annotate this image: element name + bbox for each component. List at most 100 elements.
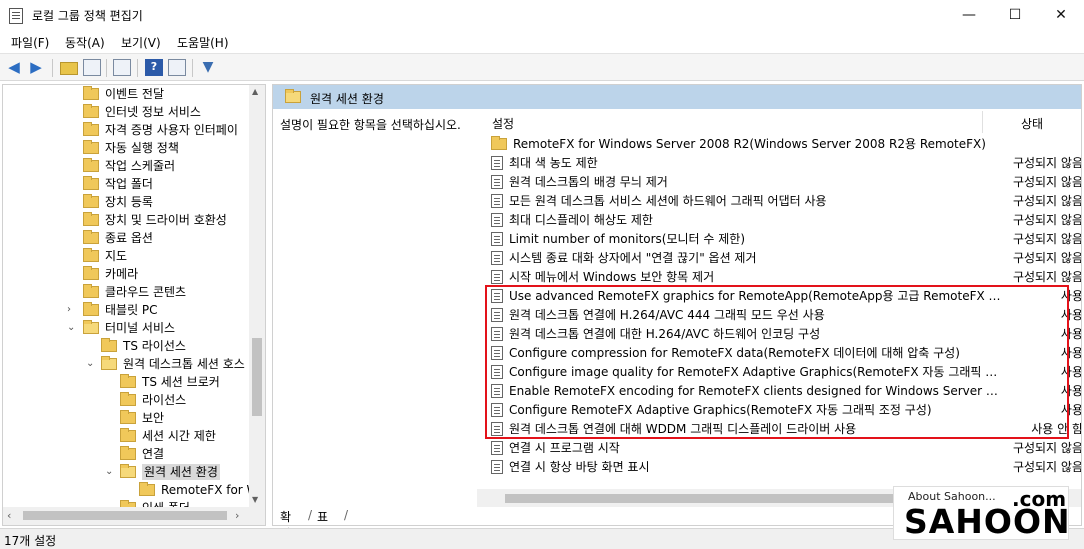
menu-view[interactable]: 보기(V) xyxy=(121,34,161,51)
policy-setting-icon xyxy=(491,156,503,170)
column-header-setting[interactable]: 설정 xyxy=(492,115,514,132)
folder-icon xyxy=(83,302,99,316)
scroll-up-icon[interactable]: ▲ xyxy=(252,87,258,96)
filter-icon[interactable]: ▼ xyxy=(199,59,217,76)
folder-icon xyxy=(120,410,136,424)
menu-help[interactable]: 도움말(H) xyxy=(177,34,229,51)
folder-icon xyxy=(120,446,136,460)
folder-icon xyxy=(120,392,136,406)
chevron-down-icon[interactable]: ⌄ xyxy=(67,319,75,337)
setting-row[interactable]: 원격 데스크톱의 배경 무늬 제거 구성되지 않음 xyxy=(491,173,1081,192)
policy-setting-icon xyxy=(491,232,503,246)
folder-icon xyxy=(491,136,507,150)
settings-folder-row[interactable]: RemoteFX for Windows Server 2008 R2(Wind… xyxy=(491,135,1081,154)
back-icon[interactable]: ◀ xyxy=(5,59,23,76)
tree-item[interactable]: 작업 폴더 xyxy=(83,175,153,193)
setting-row[interactable]: 모든 원격 데스크톱 서비스 세션에 하드웨어 그래픽 어댑터 사용 구성되지 않… xyxy=(491,192,1081,211)
policy-setting-icon xyxy=(491,175,503,189)
tree-item[interactable]: RemoteFX for W xyxy=(139,481,258,499)
window-title: 로컬 그룹 정책 편집기 xyxy=(32,9,143,23)
folder-icon xyxy=(83,158,99,172)
menu-action[interactable]: 동작(A) xyxy=(65,34,105,51)
tree-item[interactable]: 이벤트 전달 xyxy=(83,85,164,103)
pane-header: 원격 세션 환경 xyxy=(273,85,1081,109)
tree-item[interactable]: 장치 등록 xyxy=(83,193,153,211)
policy-setting-icon xyxy=(491,460,503,474)
scroll-left-icon[interactable]: ‹ xyxy=(7,509,11,522)
up-folder-icon[interactable] xyxy=(60,62,78,75)
chevron-down-icon[interactable]: ⌄ xyxy=(86,355,94,373)
forward-icon[interactable]: ▶ xyxy=(27,59,45,76)
scroll-thumb[interactable] xyxy=(23,511,227,520)
tree-item-selected[interactable]: 원격 세션 환경 xyxy=(120,463,220,481)
policy-setting-icon xyxy=(491,441,503,455)
menu-file[interactable]: 파일(F) xyxy=(11,34,49,51)
setting-row[interactable]: 연결 시 프로그램 시작 구성되지 않음 xyxy=(491,439,1081,458)
settings-pane: 원격 세션 환경 설명이 필요한 항목을 선택하십시오. 설정 상태 Remot… xyxy=(272,84,1082,526)
folder-icon xyxy=(101,338,117,352)
policy-setting-icon xyxy=(491,213,503,227)
help-icon[interactable]: ? xyxy=(145,59,163,76)
menu-bar: 파일(F) 동작(A) 보기(V) 도움말(H) xyxy=(0,30,1084,52)
tree-item[interactable]: TS 라이선스 xyxy=(101,337,186,355)
policy-setting-icon xyxy=(491,194,503,208)
pane-title: 원격 세션 환경 xyxy=(310,92,384,106)
close-button[interactable]: ✕ xyxy=(1038,0,1084,30)
folder-open-icon xyxy=(120,464,136,478)
properties-icon[interactable] xyxy=(168,59,186,76)
column-header-state[interactable]: 상태 xyxy=(1021,115,1043,132)
folder-icon xyxy=(83,194,99,208)
tree-item[interactable]: 작업 스케줄러 xyxy=(83,157,175,175)
chevron-down-icon[interactable]: ⌄ xyxy=(105,463,113,481)
tree-item[interactable]: 장치 및 드라이버 호환성 xyxy=(83,211,227,229)
scroll-thumb[interactable] xyxy=(252,338,262,416)
tree-item[interactable]: 인터넷 정보 서비스 xyxy=(83,103,201,121)
setting-row[interactable]: 시스템 종료 대화 상자에서 "연결 끊기" 옵션 제거 구성되지 않음 xyxy=(491,249,1081,268)
tab-separator: / xyxy=(344,508,349,522)
tree-item[interactable]: TS 세션 브로커 xyxy=(120,373,220,391)
tree-horizontal-scrollbar[interactable]: ‹ › xyxy=(3,507,265,525)
status-text: 17개 설정 xyxy=(4,534,57,548)
tree-item[interactable]: 자동 실행 정책 xyxy=(83,139,179,157)
folder-icon xyxy=(120,374,136,388)
tree-item[interactable]: 지도 xyxy=(83,247,127,265)
folder-icon xyxy=(120,428,136,442)
setting-row[interactable]: 연결 시 항상 바탕 화면 표시 구성되지 않음 xyxy=(491,458,1081,477)
watermark-brand: SAHOON xyxy=(904,502,1071,541)
tree-item[interactable]: 라이선스 xyxy=(120,391,186,409)
description-text: 설명이 필요한 항목을 선택하십시오. xyxy=(280,118,461,132)
tree-vertical-scrollbar[interactable]: ▲ ▼ xyxy=(249,85,265,509)
setting-row[interactable]: 최대 색 농도 제한 구성되지 않음 xyxy=(491,154,1081,173)
scroll-down-icon[interactable]: ▼ xyxy=(252,495,258,504)
scroll-right-icon[interactable]: › xyxy=(235,509,239,522)
setting-row[interactable]: Limit number of monitors(모니터 수 제한) 구성되지 않… xyxy=(491,230,1081,249)
chevron-right-icon[interactable]: › xyxy=(67,301,71,319)
folder-icon xyxy=(83,230,99,244)
tree-item[interactable]: 연결 xyxy=(120,445,164,463)
show-hide-tree-icon[interactable] xyxy=(83,59,101,76)
column-divider[interactable] xyxy=(982,111,983,133)
tree-item[interactable]: 보안 xyxy=(120,409,164,427)
tree-item[interactable]: 클라우드 콘텐츠 xyxy=(83,283,186,301)
folder-icon xyxy=(83,122,99,136)
scroll-thumb[interactable] xyxy=(505,494,925,503)
folder-icon xyxy=(83,104,99,118)
toolbar-separator xyxy=(52,59,53,77)
maximize-button[interactable]: ☐ xyxy=(992,0,1038,30)
policy-editor-icon xyxy=(9,8,23,24)
tree-item[interactable]: 터미널 서비스 xyxy=(83,319,175,337)
tree-item[interactable]: 종료 옵션 xyxy=(83,229,153,247)
minimize-button[interactable]: — xyxy=(946,0,992,30)
setting-row[interactable]: 최대 디스플레이 해상도 제한 구성되지 않음 xyxy=(491,211,1081,230)
tree-item[interactable]: 세션 시간 제한 xyxy=(120,427,216,445)
tree-item[interactable]: 자격 증명 사용자 인터페이 xyxy=(83,121,238,139)
export-list-icon[interactable] xyxy=(113,59,131,76)
toolbar-separator xyxy=(106,59,107,77)
tree-item[interactable]: 카메라 xyxy=(83,265,138,283)
tree-item[interactable]: 태블릿 PC xyxy=(83,301,158,319)
folder-icon xyxy=(83,248,99,262)
policy-setting-icon xyxy=(491,270,503,284)
policy-setting-icon xyxy=(491,251,503,265)
tree-item[interactable]: 원격 데스크톱 세션 호스 xyxy=(101,355,245,373)
policy-tree: 이벤트 전달 인터넷 정보 서비스 자격 증명 사용자 인터페이 자동 실행 정… xyxy=(2,84,266,526)
